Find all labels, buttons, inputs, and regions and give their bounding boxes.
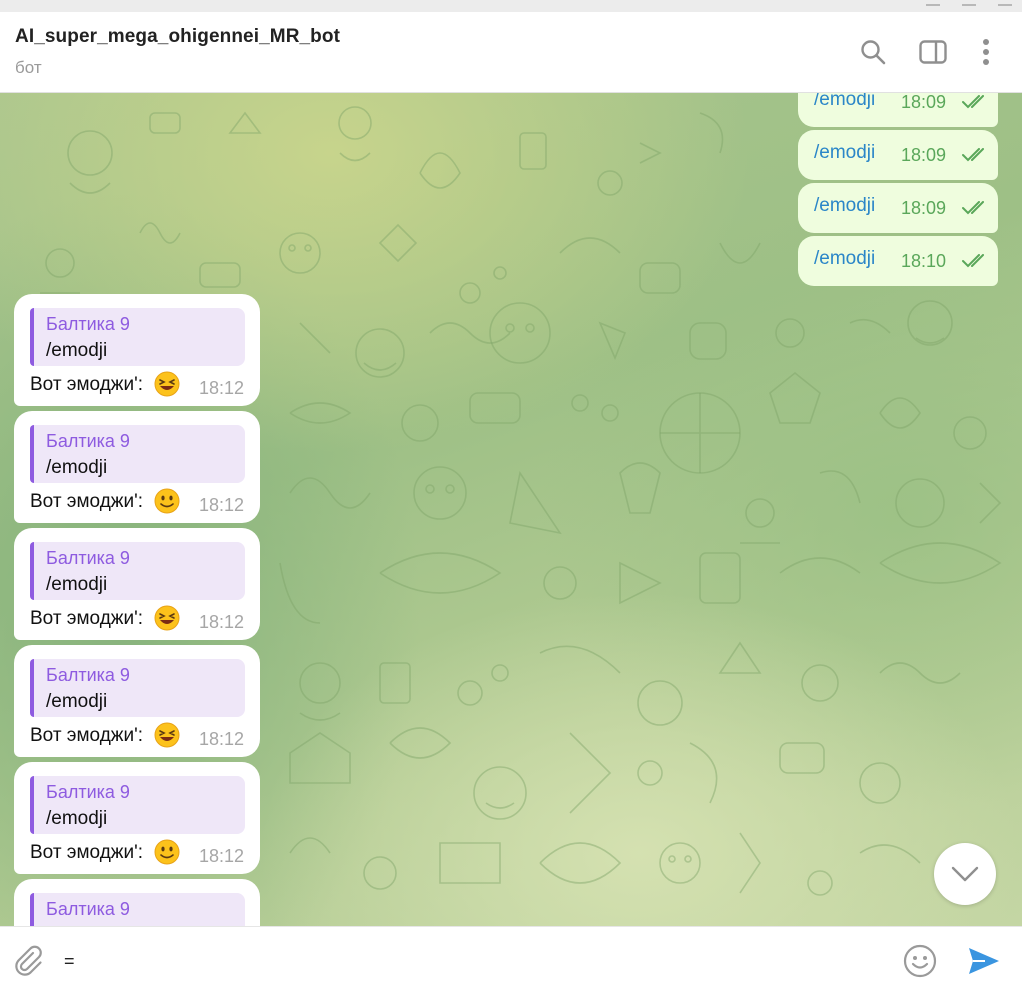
message-input[interactable] bbox=[58, 941, 890, 981]
smiling-emoji-icon bbox=[154, 839, 180, 865]
incoming-message[interactable]: Балтика 9 /emodji Вот эмоджи': 18:12 bbox=[14, 411, 260, 523]
reply-quote[interactable]: Балтика 9 /emodji bbox=[30, 659, 245, 717]
outgoing-message[interactable]: /emodji 18:10 bbox=[798, 236, 998, 286]
reply-quote[interactable]: Балтика 9 /emodji bbox=[30, 425, 245, 483]
reply-quote[interactable]: Балтика 9 bbox=[30, 893, 245, 926]
window-controls bbox=[926, 0, 1022, 6]
chat-subtitle: бот bbox=[15, 58, 42, 77]
paperclip-icon bbox=[15, 945, 42, 976]
message-time: 18:09 bbox=[901, 145, 947, 165]
message-text: Вот эмоджи': bbox=[30, 608, 144, 629]
scroll-to-bottom-button[interactable] bbox=[934, 843, 996, 905]
emoji-button[interactable] bbox=[900, 941, 940, 981]
incoming-message[interactable]: Балтика 9 /emodji Вот эмоджи': 18:12 bbox=[14, 645, 260, 757]
message-time: 18:12 bbox=[199, 378, 245, 398]
attach-button[interactable] bbox=[8, 941, 48, 981]
more-vertical-icon bbox=[983, 39, 989, 65]
reply-quote[interactable]: Балтика 9 /emodji bbox=[30, 776, 245, 834]
send-icon bbox=[969, 948, 999, 974]
incoming-message[interactable]: Балтика 9 bbox=[14, 879, 260, 926]
message-text: Вот эмоджи': bbox=[30, 491, 144, 512]
outgoing-message[interactable]: /emodji 18:09 bbox=[798, 130, 998, 180]
reply-author: Балтика 9 bbox=[46, 782, 130, 802]
double-check-icon bbox=[962, 201, 984, 215]
window-top-strip bbox=[0, 0, 1022, 12]
message-text: Вот эмоджи': bbox=[30, 842, 144, 863]
laughing-emoji-icon bbox=[154, 371, 180, 397]
chat-header: AI_super_mega_ohigennei_MR_bot бот bbox=[0, 12, 1022, 93]
reply-author: Балтика 9 bbox=[46, 548, 130, 568]
reply-quote[interactable]: Балтика 9 /emodji bbox=[30, 308, 245, 366]
reply-text: /emodji bbox=[46, 574, 108, 595]
incoming-message[interactable]: Балтика 9 /emodji Вот эмоджи': 18:12 bbox=[14, 528, 260, 640]
smiling-emoji-icon bbox=[154, 488, 180, 514]
laughing-emoji-icon bbox=[154, 722, 180, 748]
reply-quote[interactable]: Балтика 9 /emodji bbox=[30, 542, 245, 600]
message-text[interactable]: /emodji bbox=[814, 195, 875, 217]
laughing-emoji-icon bbox=[154, 605, 180, 631]
minimize-icon[interactable] bbox=[926, 0, 940, 6]
double-check-icon bbox=[962, 148, 984, 162]
maximize-icon[interactable] bbox=[962, 0, 976, 6]
reply-text: /emodji bbox=[46, 691, 108, 712]
search-button[interactable] bbox=[855, 34, 891, 70]
message-time: 18:10 bbox=[901, 251, 947, 271]
message-composer bbox=[0, 926, 1022, 996]
reply-author: Балтика 9 bbox=[46, 314, 130, 334]
reply-author: Балтика 9 bbox=[46, 665, 130, 685]
double-check-icon bbox=[962, 95, 984, 109]
reply-author: Балтика 9 bbox=[46, 431, 130, 451]
outgoing-message[interactable]: /emodji 18:09 bbox=[798, 93, 998, 127]
emoji-icon bbox=[903, 944, 937, 978]
chevron-down-icon bbox=[951, 866, 979, 882]
reply-text: /emodji bbox=[46, 340, 108, 361]
message-text: Вот эмоджи': bbox=[30, 725, 144, 746]
message-time: 18:12 bbox=[199, 729, 245, 749]
reply-text: /emodji bbox=[46, 457, 108, 478]
message-text[interactable]: /emodji bbox=[814, 93, 875, 111]
message-time: 18:12 bbox=[199, 846, 245, 866]
incoming-message[interactable]: Балтика 9 /emodji Вот эмоджи': 18:12 bbox=[14, 762, 260, 874]
reply-text: /emodji bbox=[46, 808, 108, 829]
search-icon bbox=[861, 40, 886, 65]
message-time: 18:09 bbox=[901, 93, 947, 112]
reply-author: Балтика 9 bbox=[46, 899, 130, 919]
sidebar-toggle-icon bbox=[919, 40, 947, 64]
outgoing-message[interactable]: /emodji 18:09 bbox=[798, 183, 998, 233]
send-button[interactable] bbox=[962, 941, 1006, 981]
double-check-icon bbox=[962, 254, 984, 268]
message-time: 18:12 bbox=[199, 495, 245, 515]
message-text[interactable]: /emodji bbox=[814, 248, 875, 270]
chat-messages-area[interactable]: /emodji 18:09 /emodji 18:09 /emodji 18:0… bbox=[0, 93, 1022, 926]
close-icon[interactable] bbox=[998, 0, 1012, 6]
more-options-button[interactable] bbox=[968, 34, 1004, 70]
sidebar-toggle-button[interactable] bbox=[915, 34, 951, 70]
message-time: 18:09 bbox=[901, 198, 947, 218]
chat-title[interactable]: AI_super_mega_ohigennei_MR_bot bbox=[15, 26, 340, 48]
message-time: 18:12 bbox=[199, 612, 245, 632]
message-text[interactable]: /emodji bbox=[814, 142, 875, 164]
message-text: Вот эмоджи': bbox=[30, 374, 144, 395]
incoming-message[interactable]: Балтика 9 /emodji Вот эмоджи': 18:12 bbox=[14, 294, 260, 406]
